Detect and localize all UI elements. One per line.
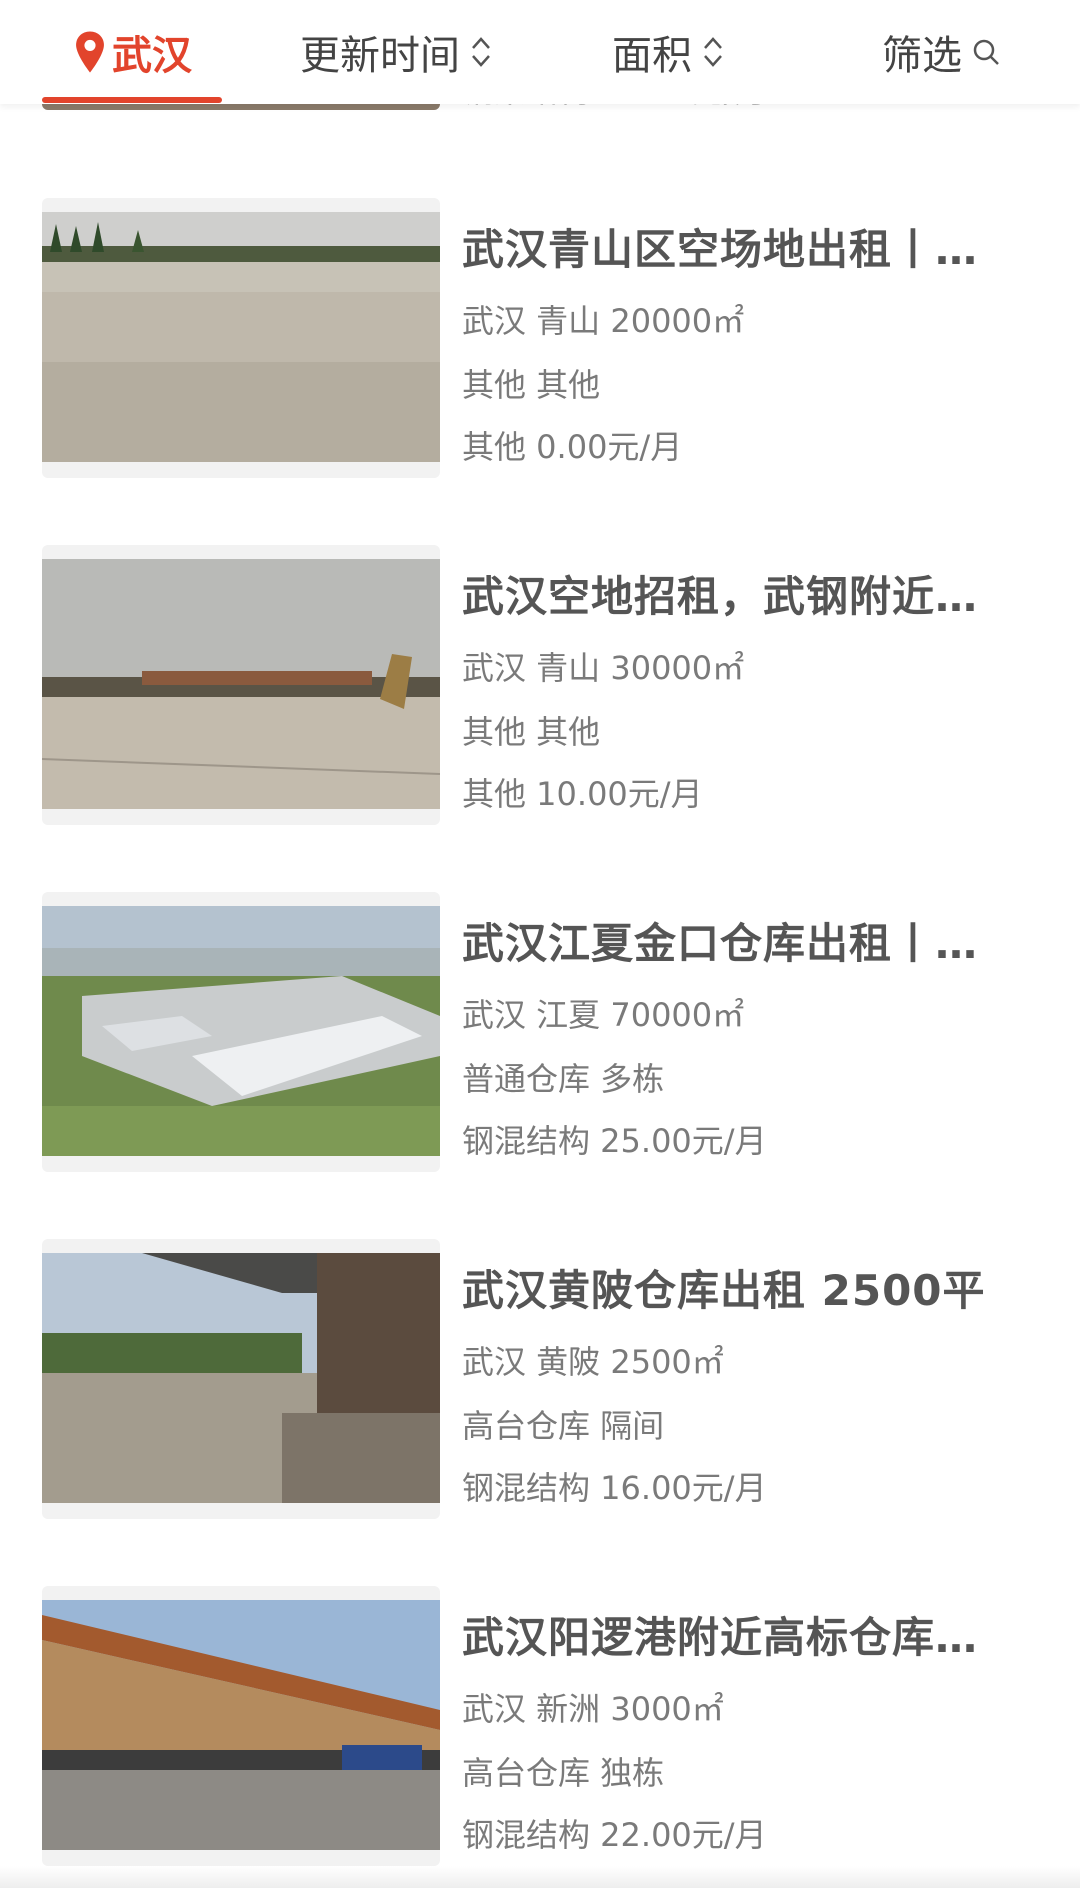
listing-price: 其他 0.00元/月 [462,428,683,466]
photo-vacant-land [42,559,440,809]
listing-title: 武汉江夏金口仓库出租丨… [462,919,979,968]
sort-by-update-time[interactable]: 更新时间 [300,24,492,80]
active-tab-indicator [42,97,222,103]
photo-highstandard-warehouse [42,1600,440,1850]
filter-button[interactable]: 筛选 [882,24,1000,80]
city-label: 武汉 [112,33,192,79]
sort-time-label: 更新时间 [300,33,460,79]
listing-location-area: 武汉 黄陂 2500㎡ [462,1343,724,1381]
listing-thumbnail [42,892,440,1172]
photo-warehouse-aerial [42,906,440,1156]
filter-label: 筛选 [882,33,962,79]
listing-location-area: 武汉 新洲 3000㎡ [462,1690,724,1728]
listing-price: 钢混结构 25.00元/月 [462,1122,767,1160]
listing-location-area: 武汉 江夏 70000㎡ [462,996,745,1034]
listing-title: 武汉阳逻港附近高标仓库… [462,1613,979,1662]
listing-card[interactable]: 武汉阳逻港附近高标仓库… 武汉 新洲 3000㎡ 高台仓库 独栋 钢混结构 22… [0,1586,1080,1866]
sort-chevron-icon [472,37,490,67]
listing-location-area: 武汉 青山 30000㎡ [462,649,745,687]
photo-open-lot [42,212,440,462]
listing-price: 钢混结构 16.00元/月 [462,1469,767,1507]
listing-location-area: 武汉 青山 20000㎡ [462,302,745,340]
search-icon [973,39,999,65]
listing-card[interactable]: 武汉黄陂仓库出租 2500平 武汉 黄陂 2500㎡ 高台仓库 隔间 钢混结构 … [0,1239,1080,1519]
listing-type: 其他 其他 [462,366,601,404]
listing-type: 普通仓库 多栋 [462,1060,665,1098]
listing-title: 武汉黄陂仓库出租 2500平 [462,1266,986,1315]
listing-title: 武汉空地招租，武钢附近… [462,572,979,621]
listing-type: 其他 其他 [462,713,601,751]
photo-warehouse-dock [42,1253,440,1503]
listing-thumbnail [42,545,440,825]
sort-filter-bar: 武汉 更新时间 面积 筛选 [0,0,1080,104]
listing-card[interactable]: 武汉青山区空场地出租丨武钢附近… 武汉 青山 20000㎡ 其他 其他 其他 0… [0,198,1080,478]
sort-area-label: 面积 [612,33,692,79]
bottom-edge [0,1866,1080,1888]
listing-thumbnail [42,1239,440,1519]
listing-type: 高台仓库 隔间 [462,1407,665,1445]
listing-thumbnail [42,1586,440,1866]
listing-thumbnail [42,198,440,478]
city-selector[interactable]: 武汉 [72,24,192,80]
sort-chevron-icon [704,37,722,67]
location-pin-icon [76,31,104,73]
listing-card[interactable]: 武汉空地招租，武钢附近… 武汉 青山 30000㎡ 其他 其他 其他 10.00… [0,545,1080,825]
listing-price: 钢混结构 22.00元/月 [462,1816,767,1854]
listing-price: 其他 10.00元/月 [462,775,703,813]
sort-by-area[interactable]: 面积 [612,24,724,80]
listing-title: 武汉青山区空场地出租丨武钢附近… [462,225,1002,274]
listing-type: 高台仓库 独栋 [462,1754,665,1792]
listing-card[interactable]: 武汉江夏金口仓库出租丨… 武汉 江夏 70000㎡ 普通仓库 多栋 钢混结构 2… [0,892,1080,1172]
